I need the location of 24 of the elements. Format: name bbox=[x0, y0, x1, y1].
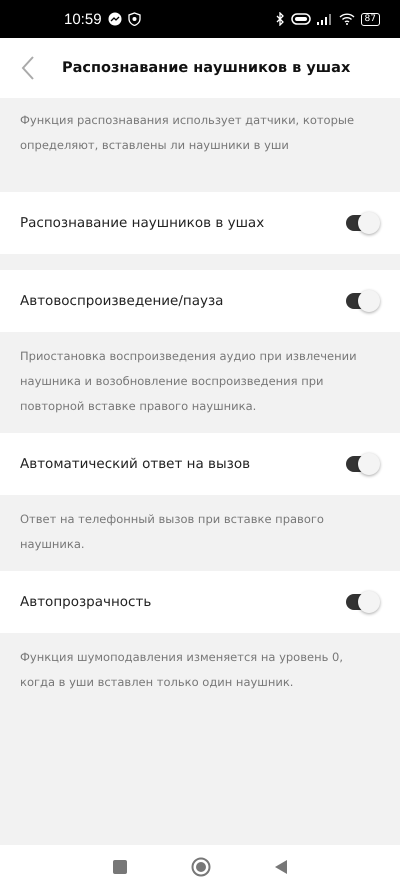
setting-description: Ответ на телефонный вызов при вставке правого наушника. bbox=[19, 511, 325, 553]
signal-icon bbox=[316, 13, 333, 25]
page-title: Распознавание наушников в ушах bbox=[62, 60, 350, 76]
setting-description: Функция шумоподавления изменяется на уровень 0, когда в уши вставлен только один наушник. bbox=[19, 649, 344, 691]
bluetooth-icon bbox=[274, 12, 285, 26]
battery-indicator: 87 bbox=[360, 12, 380, 26]
clock: 10:59 bbox=[64, 10, 102, 28]
recents-button[interactable] bbox=[112, 859, 128, 875]
wifi-icon bbox=[338, 13, 355, 25]
setting-label: Автопрозрачность bbox=[20, 594, 152, 610]
toggle-switch[interactable] bbox=[346, 215, 378, 231]
home-button[interactable] bbox=[190, 857, 211, 877]
setting-label: Распознавание наушников в ушах bbox=[20, 215, 264, 231]
setting-label: Автовоспроизведение/пауза bbox=[20, 293, 224, 309]
setting-description: Приостановка воспроизведения аудио при извлечении наушника и возобновление воспроизведения при повторной вставке правого наушника. bbox=[19, 348, 358, 415]
intro-text: Функция распознавания использует датчики, которые определяют, вставлены ли наушники в уши bbox=[19, 112, 356, 154]
setting-label: Автоматический ответ на вызов bbox=[20, 456, 250, 472]
toggle-switch[interactable] bbox=[346, 456, 378, 472]
toggle-switch[interactable] bbox=[346, 594, 378, 610]
messenger-icon bbox=[108, 12, 122, 26]
toggle-switch[interactable] bbox=[346, 293, 378, 309]
back-nav-button[interactable] bbox=[274, 859, 288, 875]
earbuds-icon bbox=[290, 12, 311, 26]
shield-icon bbox=[128, 12, 141, 26]
